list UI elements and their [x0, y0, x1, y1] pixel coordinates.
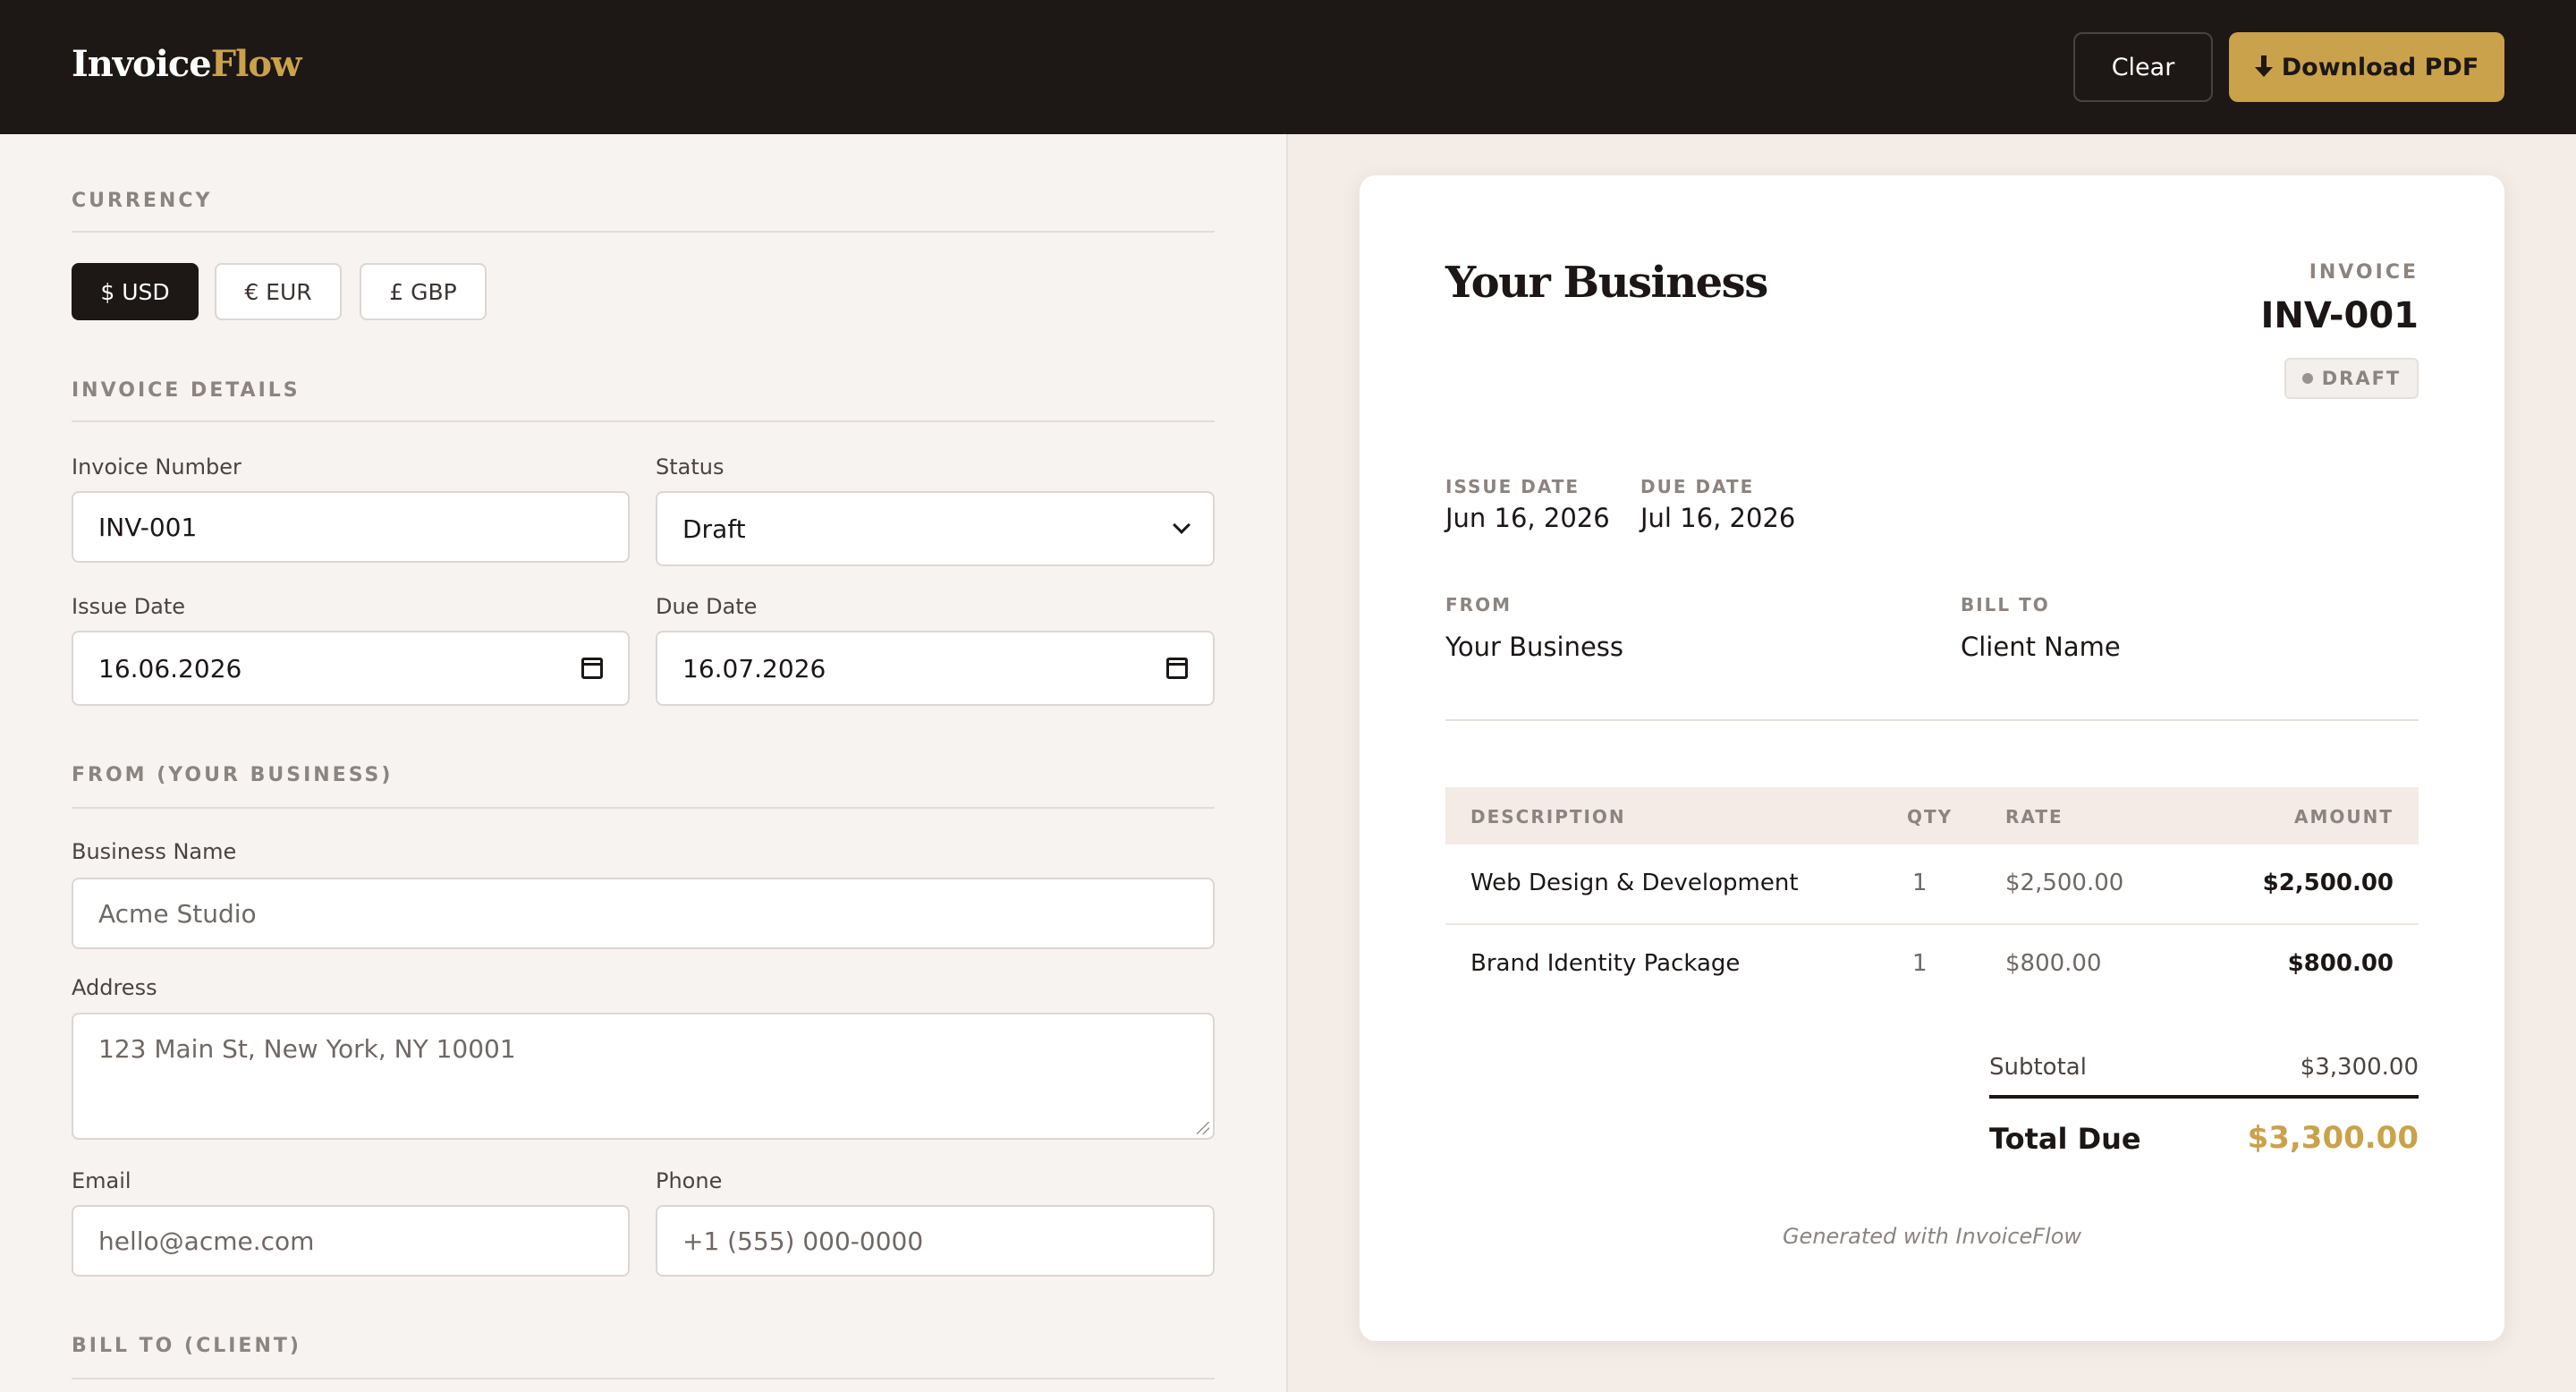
- row-amount: $800.00: [2287, 950, 2394, 977]
- phone-placeholder: +1 (555) 000-0000: [682, 1226, 924, 1256]
- currency-eur-button[interactable]: € EUR: [215, 263, 342, 320]
- preview-invoice-kicker: INVOICE: [2309, 261, 2419, 284]
- logo-accent: Flow: [210, 43, 302, 85]
- app-logo: InvoiceFlow: [72, 43, 301, 85]
- status-badge: DRAFT: [2284, 358, 2419, 399]
- subtotal-label: Subtotal: [1989, 1054, 2087, 1081]
- preview-business-title: Your Business: [1445, 258, 1768, 308]
- invoice-number-input[interactable]: INV-001: [72, 491, 630, 563]
- column-header-amount: AMOUNT: [2293, 806, 2394, 828]
- phone-label: Phone: [656, 1168, 723, 1193]
- column-header-description: DESCRIPTION: [1470, 806, 1626, 828]
- calendar-icon[interactable]: [1166, 658, 1188, 679]
- preview-bill-to-label: BILL TO: [1961, 594, 2050, 615]
- preview-bill-to-value: Client Name: [1961, 632, 2121, 662]
- address-textarea[interactable]: 123 Main St, New York, NY 10001: [72, 1013, 1215, 1140]
- email-placeholder: hello@acme.com: [98, 1226, 315, 1256]
- row-qty: 1: [1912, 870, 1928, 896]
- section-divider: [72, 1378, 1215, 1379]
- preview-issue-date-label: ISSUE DATE: [1445, 476, 1580, 497]
- clear-button[interactable]: Clear: [2073, 32, 2213, 102]
- section-divider: [72, 420, 1215, 422]
- generated-with-note: Generated with InvoiceFlow: [1782, 1224, 2082, 1249]
- email-input[interactable]: hello@acme.com: [72, 1205, 630, 1277]
- currency-usd-button[interactable]: $ USD: [72, 263, 199, 320]
- editor-panel: [0, 134, 1286, 1392]
- chevron-down-icon: [1173, 516, 1191, 534]
- resize-grip-icon[interactable]: [1197, 1122, 1209, 1134]
- subtotal-value: $3,300.00: [2300, 1054, 2419, 1081]
- due-date-label: Due Date: [656, 594, 758, 619]
- row-qty: 1: [1912, 950, 1928, 977]
- issue-date-value: 16.06.2026: [98, 653, 242, 683]
- row-rate: $2,500.00: [2005, 870, 2124, 896]
- issue-date-label: Issue Date: [72, 594, 186, 619]
- row-description: Brand Identity Package: [1470, 950, 1741, 977]
- preview-divider: [1445, 719, 2419, 721]
- row-description: Web Design & Development: [1470, 870, 1799, 896]
- logo-main: Invoice: [72, 43, 212, 85]
- status-value: Draft: [682, 514, 746, 544]
- status-dot-icon: [2301, 373, 2313, 384]
- section-divider: [72, 231, 1215, 233]
- table-row: Web Design & Development 1 $2,500.00 $2,…: [1445, 845, 2419, 923]
- due-date-input[interactable]: 16.07.2026: [656, 631, 1215, 706]
- invoice-details-section-title: INVOICE DETAILS: [72, 379, 301, 402]
- address-label: Address: [72, 975, 157, 1000]
- line-items-header: DESCRIPTION QTY RATE AMOUNT: [1445, 787, 2419, 845]
- invoice-number-value: INV-001: [98, 512, 198, 542]
- address-placeholder: 123 Main St, New York, NY 10001: [98, 1034, 516, 1064]
- preview-from-value: Your Business: [1445, 632, 1624, 662]
- currency-section-title: CURRENCY: [72, 190, 213, 212]
- row-rate: $800.00: [2005, 950, 2102, 977]
- total-divider: [1989, 1095, 2419, 1099]
- preview-due-date: Jul 16, 2026: [1640, 503, 1796, 533]
- status-select[interactable]: Draft: [656, 491, 1215, 566]
- from-section-title: FROM (YOUR BUSINESS): [72, 764, 394, 786]
- column-header-rate: RATE: [2005, 806, 2063, 828]
- business-name-placeholder: Acme Studio: [98, 898, 257, 929]
- invoice-preview-card: Your Business INVOICE INV-001 DRAFT ISSU…: [1360, 175, 2504, 1341]
- column-header-qty: QTY: [1907, 806, 1953, 828]
- status-label: Status: [656, 454, 724, 480]
- total-due-label: Total Due: [1989, 1122, 2141, 1156]
- section-divider: [72, 807, 1215, 809]
- calendar-icon[interactable]: [581, 658, 603, 679]
- download-icon: [2254, 55, 2273, 79]
- phone-input[interactable]: +1 (555) 000-0000: [656, 1205, 1215, 1277]
- row-amount: $2,500.00: [2262, 870, 2394, 896]
- preview-invoice-number: INV-001: [2260, 295, 2419, 336]
- download-pdf-button[interactable]: Download PDF: [2229, 32, 2504, 102]
- invoice-number-label: Invoice Number: [72, 454, 242, 480]
- total-due-value: $3,300.00: [2247, 1120, 2419, 1156]
- table-row: Brand Identity Package 1 $800.00 $800.00: [1445, 925, 2419, 1004]
- email-label: Email: [72, 1168, 131, 1193]
- issue-date-input[interactable]: 16.06.2026: [72, 631, 630, 706]
- status-badge-label: DRAFT: [2321, 368, 2402, 389]
- download-pdf-label: Download PDF: [2281, 53, 2479, 81]
- preview-due-date-label: DUE DATE: [1640, 476, 1755, 497]
- currency-gbp-button[interactable]: £ GBP: [360, 263, 487, 320]
- preview-from-label: FROM: [1445, 594, 1512, 615]
- due-date-value: 16.07.2026: [682, 653, 826, 683]
- preview-issue-date: Jun 16, 2026: [1445, 503, 1610, 533]
- business-name-label: Business Name: [72, 839, 237, 864]
- app-header: InvoiceFlow Clear Download PDF: [0, 0, 2576, 134]
- business-name-input[interactable]: Acme Studio: [72, 878, 1215, 949]
- bill-to-section-title: BILL TO (CLIENT): [72, 1335, 301, 1357]
